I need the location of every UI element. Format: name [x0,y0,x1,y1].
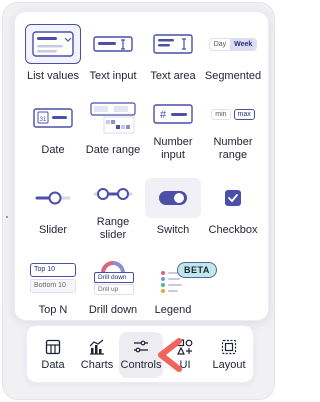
controls-popover: List values Text input Text area Day Wee… [14,11,269,321]
control-top-n[interactable]: Top 10 Bottom 10 Top N [23,258,83,322]
control-label: Number input [153,136,193,161]
control-label: Number range [213,136,253,161]
checkbox-icon [205,178,261,218]
edge-marker [6,216,8,218]
control-label: Date range [85,144,141,156]
control-label: Range slider [96,216,130,241]
tab-data[interactable]: Data [31,326,75,384]
drill-option: Drill up [94,284,134,295]
segmented-icon: Day Week [205,24,261,64]
drill-option: Drill down [94,272,134,283]
control-drill-down[interactable]: Drill down Drill up Drill down [83,258,143,322]
range-min: min [211,108,231,120]
control-range-slider[interactable]: Range slider [83,178,143,242]
control-switch[interactable]: Switch [143,178,203,242]
control-label: Segmented [204,70,262,82]
tab-label: Layout [212,359,246,371]
control-label: Text input [89,70,137,82]
control-checkbox[interactable]: Checkbox [203,178,263,242]
control-number-range[interactable]: min max Number range [203,98,263,162]
control-text-area[interactable]: Text area [143,24,203,88]
control-slider[interactable]: Slider [23,178,83,242]
switch-icon [145,178,201,218]
charts-icon [89,339,104,355]
control-label: Text area [150,70,196,82]
list-values-icon [25,24,81,64]
number-input-icon: # [145,98,201,130]
control-number-input[interactable]: # Number input [143,98,203,162]
svg-text:#: # [160,109,167,121]
drill-down-icon: Drill down Drill up [85,258,141,298]
segment-day: Day [213,40,227,48]
segment-week: Week [230,38,257,50]
top-n-option: Bottom 10 [30,279,76,293]
tab-layout[interactable]: Layout [207,326,251,384]
range-max: max [233,108,255,120]
number-range-icon: min max [205,98,261,130]
control-label: Switch [156,224,190,236]
date-icon: 31 [25,98,81,138]
control-list-values[interactable]: List values [23,24,83,88]
sliders-icon [134,340,148,353]
slider-icon [25,178,81,218]
text-area-icon [145,24,201,64]
tab-label: Data [41,359,65,371]
control-date-range[interactable]: Date range [83,98,143,162]
control-label: List values [27,70,79,82]
control-label: Drill down [88,304,138,316]
bottom-toolbar: Data Charts Controls UI Layout [26,325,254,383]
top-n-icon: Top 10 Bottom 10 [25,258,81,298]
tab-label: Charts [80,359,114,371]
range-slider-icon [85,178,141,210]
layout-icon [221,339,237,355]
table-icon [45,339,61,355]
top-n-option: Top 10 [30,263,76,277]
date-number: 31 [40,117,47,123]
date-range-icon [85,98,141,138]
tab-charts[interactable]: Charts [75,326,119,384]
control-label: Legend [154,304,192,316]
text-input-icon [85,24,141,64]
pointer-arrow-icon [158,338,182,372]
control-label: Checkbox [208,224,258,236]
control-label: Date [41,144,65,156]
control-label: Top N [38,304,68,316]
app-frame: List values Text input Text area Day Wee… [2,2,275,400]
control-segmented[interactable]: Day Week Segmented [203,24,263,88]
control-label: Slider [38,224,68,236]
beta-badge: BETA [177,262,217,278]
control-date[interactable]: 31 Date [23,98,83,162]
control-text-input[interactable]: Text input [83,24,143,88]
